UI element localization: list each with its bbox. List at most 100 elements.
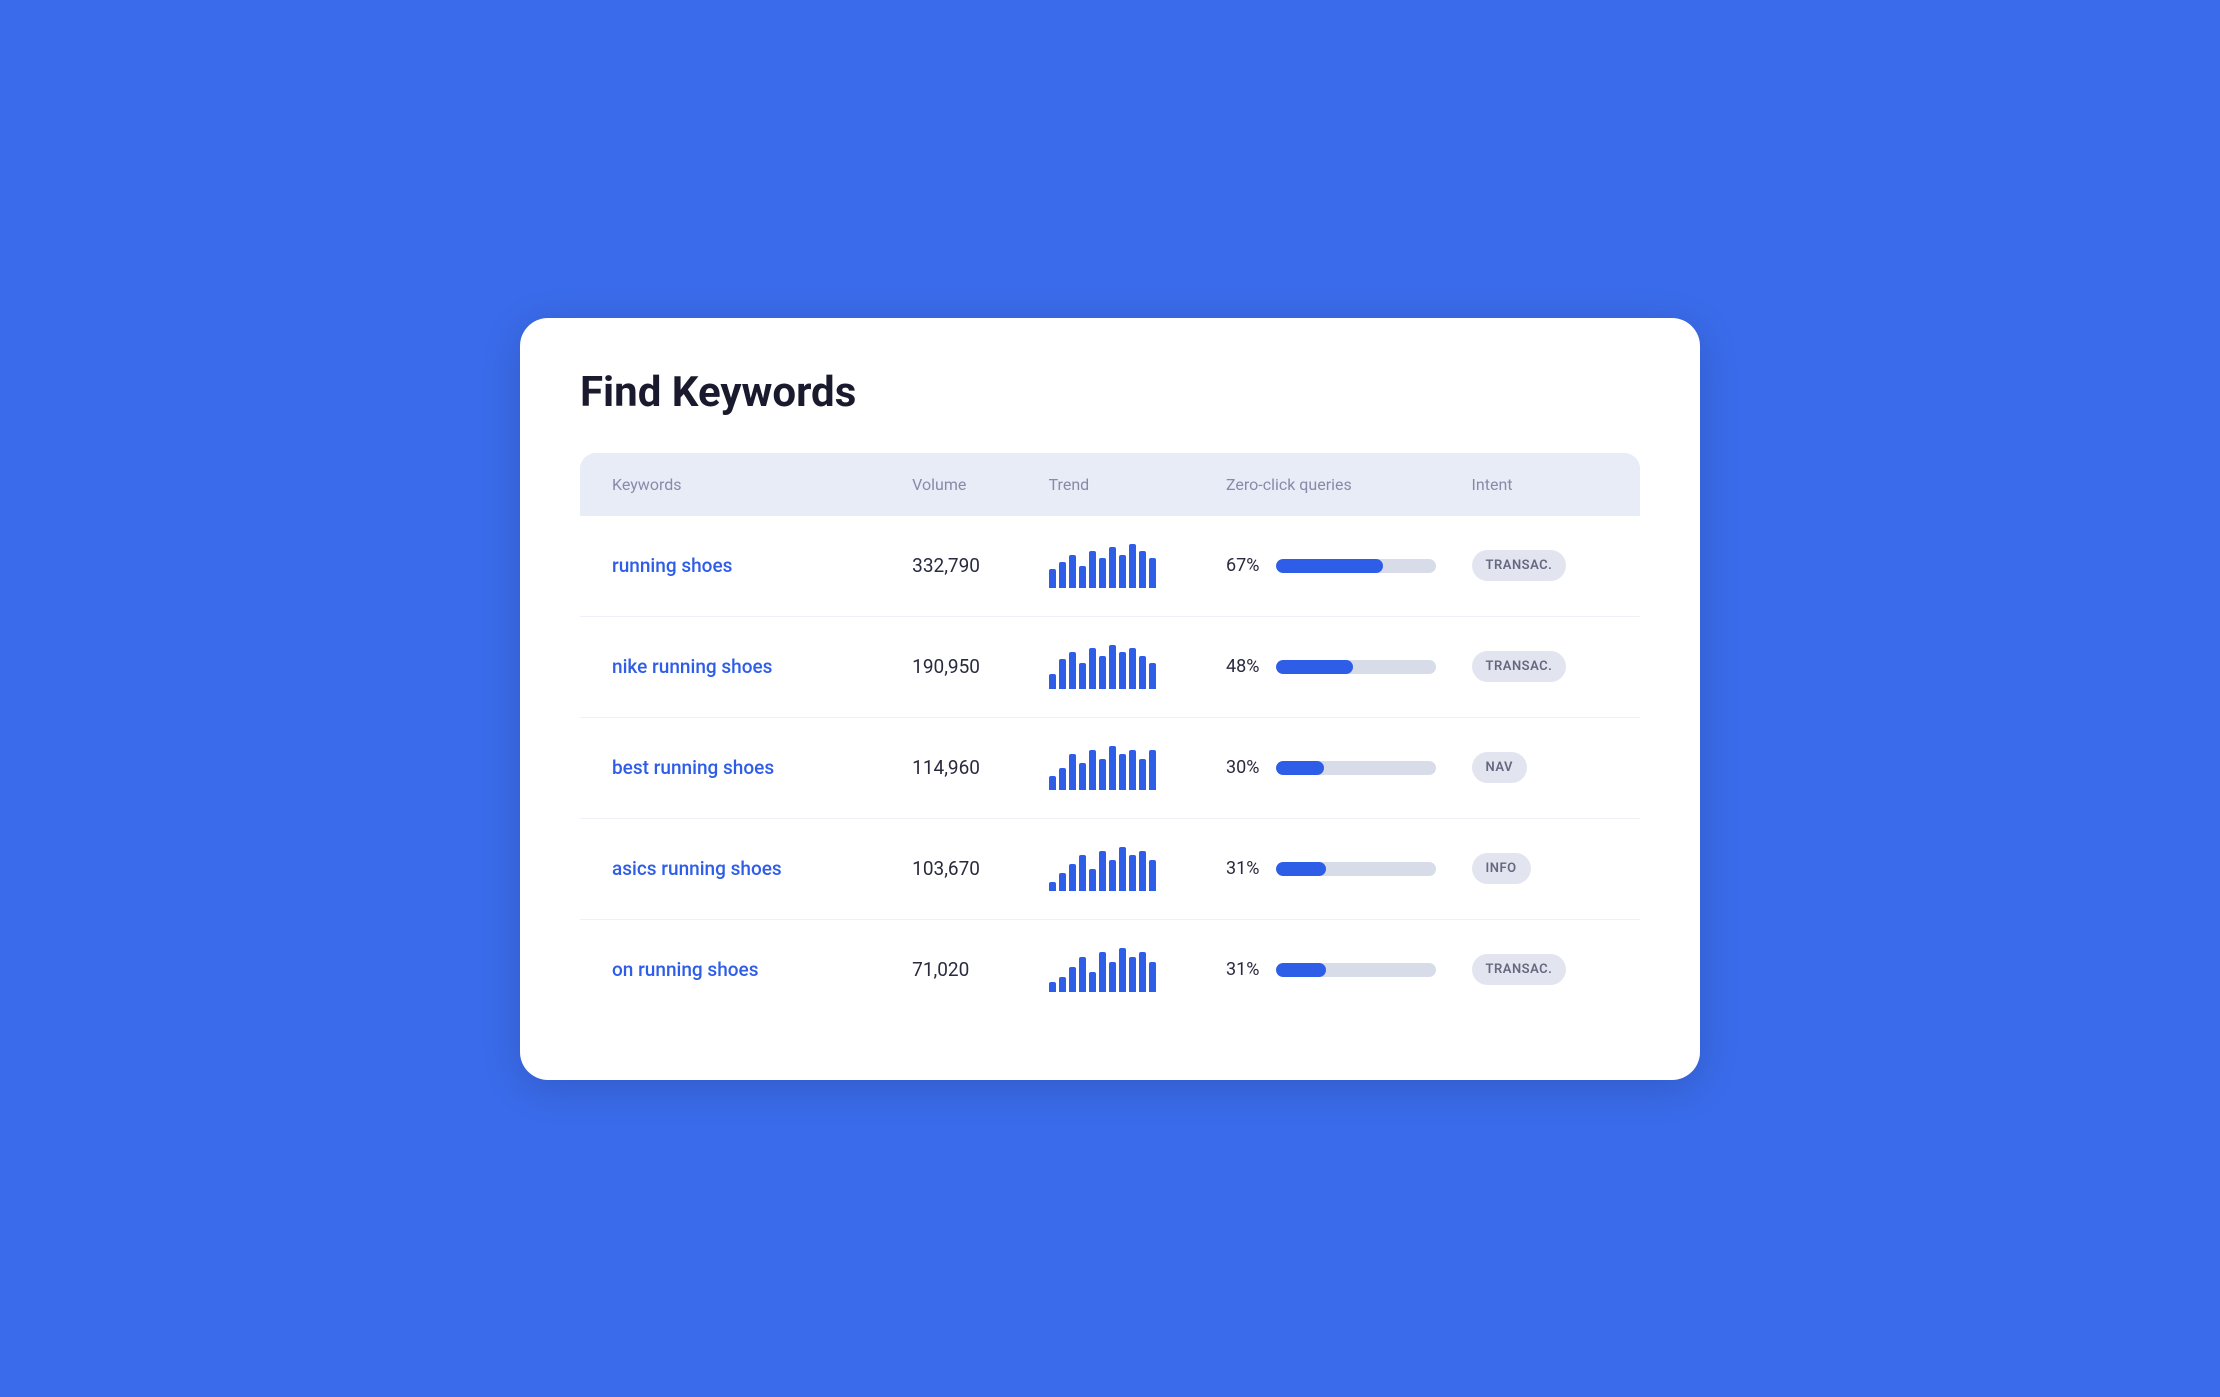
table-header: Keywords Volume Trend Zero-click queries… (580, 453, 1640, 516)
table-row: on running shoes 71,020 31% TRANSAC. (580, 920, 1640, 1020)
trend-bar (1149, 750, 1156, 790)
header-intent: Intent (1472, 475, 1608, 494)
trend-bar (1049, 882, 1056, 891)
header-volume: Volume (912, 475, 1048, 494)
trend-bar (1139, 656, 1146, 689)
intent-cell: TRANSAC. (1472, 651, 1608, 682)
trend-bar (1079, 763, 1086, 789)
trend-bar (1129, 750, 1136, 790)
trend-bar (1149, 558, 1156, 587)
trend-bar (1109, 962, 1116, 991)
keyword-link[interactable]: on running shoes (612, 958, 759, 981)
trend-bar (1049, 569, 1056, 587)
trend-bar (1149, 860, 1156, 891)
trend-bar (1089, 869, 1096, 891)
intent-badge: INFO (1472, 853, 1531, 884)
table-body: running shoes332,79067%TRANSAC.nike runn… (580, 516, 1640, 1020)
zero-click-cell: 31% (1226, 959, 1472, 980)
progress-bar-bg (1276, 862, 1436, 876)
zero-click-percent: 31% (1226, 959, 1266, 980)
trend-bar (1089, 648, 1096, 688)
trend-bar (1069, 967, 1076, 991)
intent-badge: TRANSAC. (1472, 651, 1567, 682)
intent-cell: NAV (1472, 752, 1608, 783)
trend-bar (1059, 562, 1066, 588)
trend-chart (1049, 746, 1226, 790)
table-row: running shoes 332,790 67% TRANSAC. (580, 516, 1640, 617)
trend-bar (1099, 759, 1106, 790)
progress-bar-fill (1276, 862, 1326, 876)
page-title: Find Keywords (580, 368, 1640, 417)
trend-bar (1099, 558, 1106, 587)
trend-bar (1059, 659, 1066, 688)
trend-chart (1049, 544, 1226, 588)
trend-bar (1069, 864, 1076, 890)
trend-bar (1089, 551, 1096, 588)
zero-click-cell: 30% (1226, 757, 1472, 778)
keyword-link[interactable]: best running shoes (612, 756, 774, 779)
intent-cell: TRANSAC. (1472, 550, 1608, 581)
trend-bar (1069, 652, 1076, 689)
progress-bar-bg (1276, 559, 1436, 573)
trend-bar (1079, 855, 1086, 890)
progress-bar-bg (1276, 660, 1436, 674)
trend-bar (1149, 962, 1156, 991)
trend-bar (1079, 566, 1086, 588)
trend-chart (1049, 948, 1226, 992)
keyword-link[interactable]: asics running shoes (612, 857, 782, 880)
keywords-table: Keywords Volume Trend Zero-click queries… (580, 453, 1640, 1020)
intent-badge: TRANSAC. (1472, 954, 1567, 985)
volume-value: 332,790 (912, 554, 1048, 577)
trend-bar (1139, 759, 1146, 790)
progress-bar-fill (1276, 761, 1324, 775)
trend-bar (1079, 663, 1086, 689)
trend-bar (1109, 746, 1116, 790)
trend-bar (1059, 768, 1066, 790)
trend-bar (1139, 851, 1146, 891)
keyword-link[interactable]: running shoes (612, 554, 732, 577)
trend-bar (1099, 656, 1106, 689)
main-card: Find Keywords Keywords Volume Trend Zero… (520, 318, 1700, 1080)
header-keywords: Keywords (612, 475, 912, 494)
zero-click-percent: 67% (1226, 555, 1266, 576)
header-trend: Trend (1049, 475, 1226, 494)
trend-bar (1049, 982, 1056, 992)
trend-bar (1089, 750, 1096, 790)
trend-bar (1109, 860, 1116, 891)
table-row: best running shoes 114,960 30% NAV (580, 718, 1640, 819)
trend-bar (1099, 851, 1106, 891)
trend-bar (1119, 754, 1126, 789)
volume-value: 71,020 (912, 958, 1048, 981)
trend-bar (1079, 957, 1086, 991)
volume-value: 114,960 (912, 756, 1048, 779)
trend-bar (1129, 544, 1136, 588)
zero-click-percent: 30% (1226, 757, 1266, 778)
table-row: nike running shoes190,95048%TRANSAC. (580, 617, 1640, 718)
intent-cell: TRANSAC. (1472, 954, 1608, 985)
trend-bar (1049, 674, 1056, 689)
trend-bar (1049, 776, 1056, 789)
progress-bar-fill (1276, 963, 1326, 977)
trend-bar (1129, 957, 1136, 991)
trend-bar (1089, 972, 1096, 992)
trend-bar (1119, 948, 1126, 992)
progress-bar-bg (1276, 761, 1436, 775)
trend-bar (1059, 977, 1066, 992)
trend-bar (1109, 645, 1116, 689)
zero-click-cell: 67% (1226, 555, 1472, 576)
progress-bar-fill (1276, 559, 1383, 573)
intent-badge: NAV (1472, 752, 1527, 783)
trend-bar (1139, 952, 1146, 991)
trend-bar (1119, 652, 1126, 689)
trend-bar (1129, 855, 1136, 890)
trend-bar (1069, 754, 1076, 789)
zero-click-percent: 31% (1226, 858, 1266, 879)
trend-bar (1069, 555, 1076, 588)
progress-bar-bg (1276, 963, 1436, 977)
header-zero-click: Zero-click queries (1226, 475, 1472, 494)
trend-bar (1109, 547, 1116, 587)
keyword-link[interactable]: nike running shoes (612, 655, 772, 678)
intent-cell: INFO (1472, 853, 1608, 884)
trend-bar (1149, 663, 1156, 689)
trend-bar (1119, 847, 1126, 891)
